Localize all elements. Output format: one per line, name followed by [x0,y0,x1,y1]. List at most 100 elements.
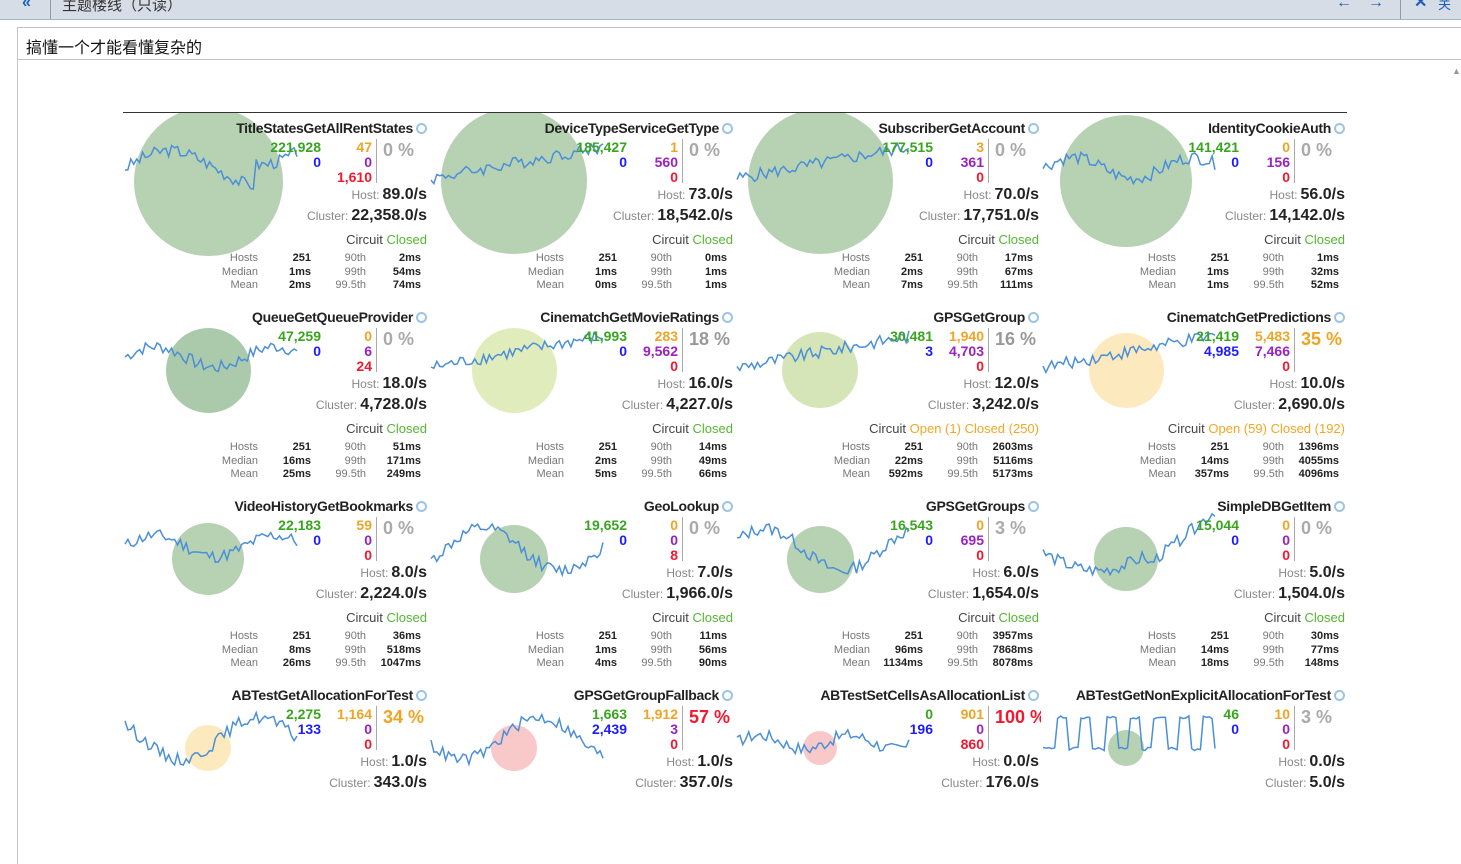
circuit-closed-text: Closed [692,421,733,436]
rejected-count: 0 [976,721,984,737]
search-icon[interactable] [416,690,427,701]
close-icon[interactable]: ✕ [1414,0,1427,15]
success-count: 19,652 [584,517,627,533]
timeout-count: 47 [356,139,372,155]
search-icon[interactable] [1334,123,1345,134]
error-percentage: 0 % [689,518,721,538]
stat-labels-right: 90th 99th 99.5th [641,252,672,293]
host-rate: Host: 6.0/s [972,564,1039,582]
cluster-rate: Cluster: 3,242.0/s [928,396,1039,414]
stat-value-median: 96ms [894,643,923,656]
host-label: Host: [666,755,695,769]
command-name[interactable]: GPSGetGroup [933,309,1039,325]
command-name[interactable]: IdentityCookieAuth [1208,120,1345,136]
host-rate: Host: 18.0/s [352,375,428,393]
stat-value-p995: 1047ms [380,657,421,669]
host-rate: Host: 10.0/s [1270,375,1346,393]
circuit-closed-text: Closed [386,232,427,247]
rejected-count: 0 [364,532,372,548]
search-icon[interactable] [1334,312,1345,323]
command-name[interactable]: SimpleDBGetItem [1217,498,1345,514]
stat-label-median: Median [833,454,870,467]
cluster-rate-value: 3,242.0/s [972,396,1039,413]
success-count: 2,275 [285,706,321,722]
stat-label-p995: 99.5th [335,279,366,291]
stat-label-mean: Mean [536,279,564,291]
stat-label-median: Median [833,265,870,278]
error-percentage: 3 % [1301,707,1333,727]
cluster-label: Cluster: [315,587,358,601]
stat-label-median: Median [833,643,870,656]
sparkline [124,341,298,373]
stat-values-right: 2603ms 5116ms 5173ms [993,441,1033,482]
command-card: ABTestGetNonExplicitAllocationForTest 46 0… [1041,680,1347,804]
command-name[interactable]: ABTestSetCellsAsAllocationList [820,687,1039,703]
stat-value-p90: 2ms [398,252,421,264]
stat-label-p99: 99th [956,265,978,278]
command-name[interactable]: ABTestGetAllocationForTest [232,687,427,703]
stat-value-p995: 52ms [1310,279,1339,291]
command-name[interactable]: CinematchGetMovieRatings [540,309,733,325]
search-icon[interactable] [722,690,733,701]
command-name[interactable]: QueueGetQueueProvider [252,309,427,325]
search-icon[interactable] [1028,312,1039,323]
circuit-status: Circuit Closed [346,232,427,247]
short-circuited-count: 0 [925,154,933,170]
host-label: Host: [351,377,380,391]
host-rate-value: 7.0/s [697,564,733,581]
search-icon[interactable] [1028,123,1039,134]
stat-values-right: 11ms 56ms 90ms [699,630,727,671]
search-icon[interactable] [1334,690,1345,701]
double-chevron-left-icon[interactable]: « [22,0,31,15]
search-icon[interactable] [1028,501,1039,512]
command-name[interactable]: DeviceTypeServiceGetType [545,120,733,136]
search-icon[interactable] [722,501,733,512]
stat-label-mean: Mean [842,468,870,480]
stat-value-p90: 2603ms [992,441,1033,453]
timeout-count: 0 [364,328,372,344]
success-count: 47,259 [278,328,321,344]
arrow-right-icon[interactable]: → [1368,0,1384,15]
search-icon[interactable] [722,123,733,134]
command-name[interactable]: GeoLookup [644,498,733,514]
search-icon[interactable] [722,312,733,323]
command-card: SubscriberGetAccount 177,515 0 3 361 0 0 % Host… [735,113,1041,302]
stat-values-right: 1ms 32ms 52ms [1311,252,1339,293]
host-rate-value: 0.0/s [1309,753,1345,770]
command-name[interactable]: GPSGetGroups [926,498,1039,514]
stat-label-p90: 90th [1262,441,1284,453]
stat-values-left: 251 1ms 0ms [595,252,617,293]
cluster-rate-value: 2,224.0/s [360,585,427,602]
host-rate-value: 0.0/s [1003,753,1039,770]
stat-value-hosts: 251 [1210,252,1229,264]
cluster-rate-value: 17,751.0/s [963,207,1039,224]
stat-values-right: 17ms 67ms 111ms [1000,252,1033,293]
command-name[interactable]: VideoHistoryGetBookmarks [235,498,427,514]
command-card: DeviceTypeServiceGetType 185,427 0 1 560 0 0 %… [429,113,735,302]
cluster-rate: Cluster: 14,142.0/s [1225,207,1345,225]
error-percentage: 0 % [689,140,721,160]
stat-label-p995: 99.5th [947,279,978,291]
stat-values-right: 36ms 518ms 1047ms [381,630,421,671]
cluster-label: Cluster: [635,776,677,790]
stat-value-hosts: 251 [904,630,923,642]
search-icon[interactable] [1028,690,1039,701]
search-icon[interactable] [416,312,427,323]
stat-labels-left: Hosts Median Mean [834,441,870,482]
command-name[interactable]: ABTestGetNonExplicitAllocationForTest [1076,687,1345,703]
search-icon[interactable] [416,123,427,134]
cluster-rate: Cluster: 22,358.0/s [307,207,427,225]
arrow-left-icon[interactable]: ← [1336,0,1352,15]
close-label[interactable]: 关 [1438,0,1451,13]
scroll-up-arrow-icon[interactable]: ▲ [1452,66,1461,76]
stat-value-median: 14ms [1200,454,1229,467]
command-name[interactable]: SubscriberGetAccount [879,120,1039,136]
command-name[interactable]: TitleStatesGetAllRentStates [236,120,427,136]
rejected-count: 3 [670,721,678,737]
cluster-rate-value: 1,504.0/s [1278,585,1345,602]
search-icon[interactable] [1334,501,1345,512]
search-icon[interactable] [416,501,427,512]
stat-label-p99: 99th [650,643,672,656]
command-name[interactable]: CinematchGetPredictions [1167,309,1345,325]
command-name[interactable]: GPSGetGroupFallback [574,687,733,703]
